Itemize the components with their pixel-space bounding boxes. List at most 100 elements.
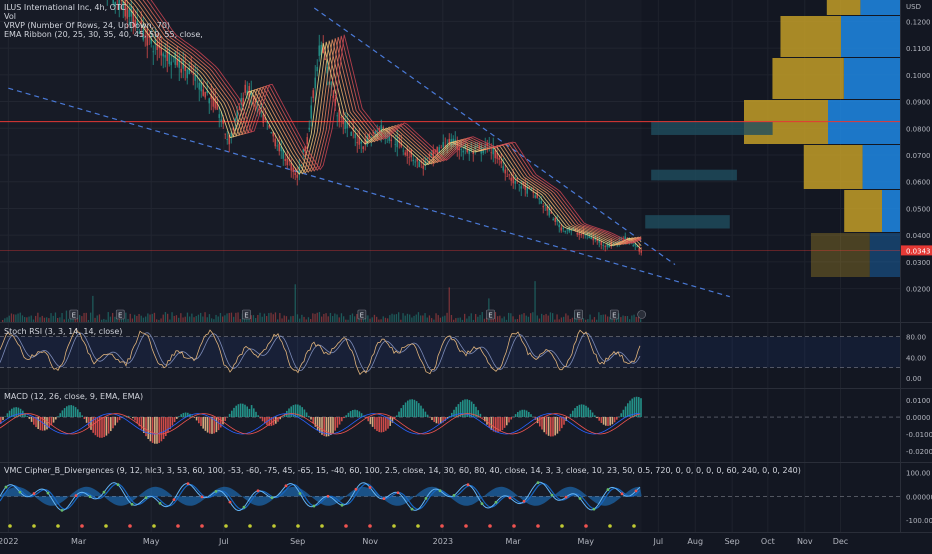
candle-body (195, 75, 196, 81)
macd-histogram-bar (629, 401, 631, 417)
macd-histogram-bar (403, 405, 405, 417)
macd-histogram-bar (345, 415, 347, 417)
volume-bar (394, 315, 395, 322)
volume-bar (110, 317, 111, 322)
volume-bar (174, 316, 175, 322)
macd-histogram-bar (233, 408, 235, 417)
earnings-marker-label: E (360, 312, 364, 320)
volume-bar (231, 313, 232, 322)
candle-body (483, 148, 484, 153)
candle-body (443, 142, 444, 147)
volume-bar (455, 318, 456, 322)
candle-body (285, 159, 286, 161)
stoch-pane-label[interactable]: Stoch RSI (3, 3, 14, 14, close) (4, 327, 122, 336)
macd-histogram-bar (339, 417, 341, 425)
macd-histogram-bar (405, 402, 407, 417)
candle-body (409, 157, 410, 158)
volume-bar (334, 313, 335, 322)
macd-histogram-bar (506, 417, 508, 425)
candle-body (331, 82, 332, 85)
volume-profile-up-bar (844, 190, 882, 232)
candle-body (567, 229, 568, 230)
volume-bar (457, 318, 458, 322)
macd-histogram-bar (262, 417, 264, 421)
candle-body (221, 119, 222, 121)
volume-bar (620, 317, 621, 322)
legend-ema[interactable]: EMA Ribbon (20, 25, 30, 35, 40, 45, 50, … (4, 30, 203, 39)
macd-pane-label[interactable]: MACD (12, 26, close, 9, EMA, EMA) (4, 392, 143, 401)
volume-bar (398, 312, 399, 322)
volume-bar (372, 317, 373, 322)
volume-bar (130, 314, 131, 322)
macd-histogram-bar (416, 401, 418, 417)
volume-bar (451, 315, 452, 322)
volume-bar (270, 313, 271, 322)
vmc-divergence-dot (536, 524, 540, 528)
volume-bar (378, 320, 379, 322)
macd-histogram-bar (95, 417, 97, 435)
volume-bar (433, 320, 434, 322)
volume-bar (407, 314, 408, 322)
candle-body (477, 146, 478, 147)
volume-bar (88, 320, 89, 322)
legend-vrvp[interactable]: VRVP (Number Of Rows, 24, UpDown, 70) (4, 21, 203, 30)
macd-histogram-bar (495, 417, 497, 432)
volume-bar (422, 315, 423, 322)
volume-bar (636, 317, 637, 322)
macd-histogram-bar (581, 404, 583, 417)
volume-bar (125, 313, 126, 322)
candle-body (577, 233, 578, 235)
vmc-cross-dot (313, 505, 316, 508)
macd-histogram-bar (132, 417, 134, 418)
vmc-cross-dot (145, 496, 148, 499)
x-axis-tick-label: May (577, 537, 594, 546)
candle-body (345, 121, 346, 129)
macd-histogram-bar (396, 415, 398, 417)
macd-histogram-bar (623, 410, 625, 417)
macd-histogram-bar (31, 417, 33, 422)
volume-bar (264, 314, 265, 322)
volume-bar (284, 316, 285, 322)
volume-bar (565, 313, 566, 322)
volume-bar (543, 315, 544, 322)
candle-body (271, 132, 272, 133)
candle-body (187, 70, 188, 79)
volume-bar (13, 314, 14, 322)
vmc-cross-dot (103, 491, 106, 494)
legend-symbol[interactable]: ILUS International Inc, 4h, OTC (4, 3, 203, 12)
x-axis-tick-label: Sep (725, 537, 740, 546)
volume-bar (312, 313, 313, 322)
volume-bar (592, 320, 593, 322)
x-axis-tick-label: Aug (687, 537, 703, 546)
macd-histogram-bar (55, 417, 57, 419)
volume-bar (600, 315, 601, 322)
vmc-cross-dot (187, 482, 190, 485)
candle-body (511, 178, 512, 181)
macd-histogram-bar (515, 414, 517, 417)
volume-profile-down-bar (841, 16, 900, 57)
volume-bar (28, 317, 29, 322)
candle-body (491, 152, 492, 153)
price-axis-tick-label: 0.1200 (906, 18, 931, 26)
volume-bar (97, 315, 98, 322)
vmc-cross-dot (89, 495, 92, 498)
volume-bar (55, 312, 56, 322)
x-axis-tick-label: Dec (833, 537, 848, 546)
volume-bar (255, 318, 256, 322)
volume-bar (561, 317, 562, 322)
candle-body (415, 162, 416, 163)
candle-body (539, 198, 540, 199)
vmc-pane-label[interactable]: VMC Cipher_B_Divergences (9, 12, hlc3, 3… (4, 466, 801, 475)
volume-bar (160, 318, 161, 322)
macd-histogram-bar (482, 417, 484, 418)
macd-histogram-bar (2, 417, 4, 420)
macd-histogram-bar (372, 417, 374, 427)
macd-histogram-bar (75, 407, 77, 417)
volume-bar (640, 319, 641, 322)
volume-bar (257, 315, 258, 322)
macd-histogram-bar (117, 417, 119, 423)
legend-vol[interactable]: Vol (4, 12, 203, 21)
macd-histogram-bar (119, 417, 121, 420)
volume-bar (570, 319, 571, 322)
candle-body (291, 163, 292, 171)
